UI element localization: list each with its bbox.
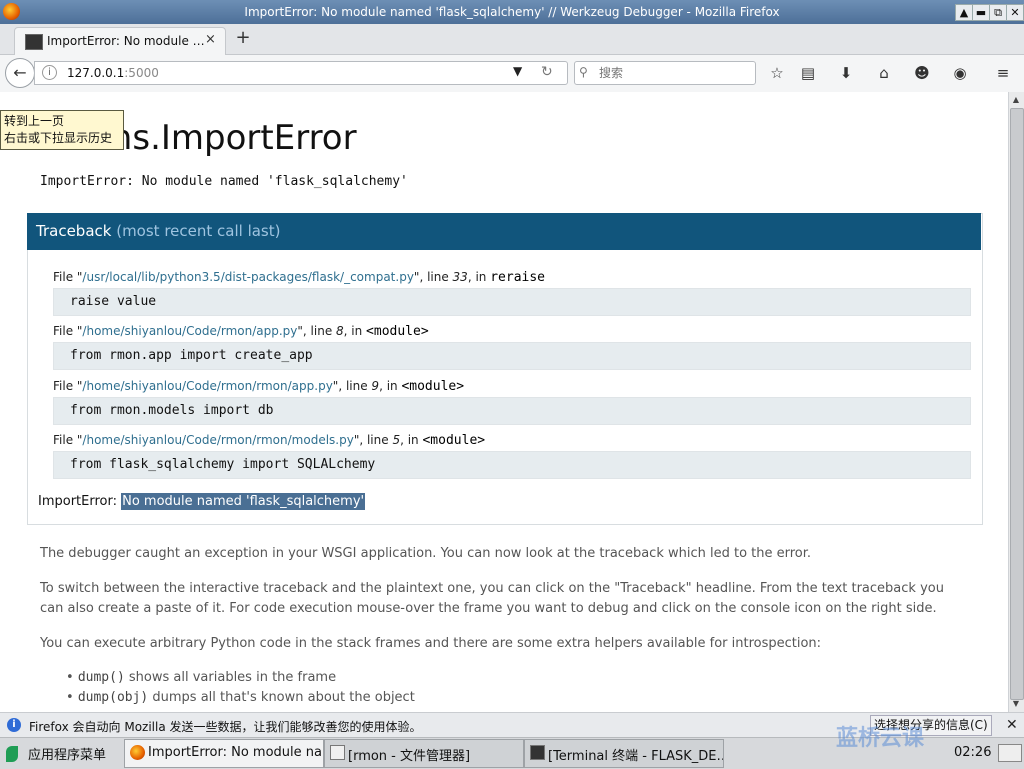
terminal-favicon-icon [25, 34, 43, 50]
tab-close-button[interactable]: × [205, 32, 216, 47]
tooltip-line-2: 右击或下拉显示历史 [4, 131, 113, 145]
tooltip-line-1: 转到上一页 [4, 114, 65, 128]
keyboard-icon[interactable] [998, 744, 1022, 762]
helper-code: dump() [77, 670, 125, 685]
frame-line: File "/usr/local/lib/python3.5/dist-pack… [53, 270, 546, 285]
frame-path: /home/shiyanlou/Code/rmon/rmon/app.py [82, 379, 333, 393]
error-subtitle: ImportError: No module named 'flask_sqla… [40, 174, 408, 189]
window-shade-button[interactable]: ▲ [955, 4, 973, 21]
frame-line-number: 33 [452, 270, 468, 284]
info-icon: i [7, 718, 21, 732]
star-icon[interactable]: ☆ [767, 63, 787, 83]
scrollbar-thumb[interactable] [1010, 108, 1024, 700]
applications-menu-button[interactable]: 应用程序菜单 [6, 744, 106, 763]
traceback-header[interactable]: Traceback (most recent call last) [27, 213, 981, 250]
url-port: :5000 [124, 66, 159, 80]
frame-line-number: 8 [336, 324, 344, 338]
reading-list-icon[interactable]: ▤ [798, 63, 818, 83]
notification-message: Firefox 会自动向 Mozilla 发送一些数据，让我们能够改善您的使用体… [29, 720, 422, 734]
app-menu-icon [6, 746, 18, 762]
frame-code[interactable]: from rmon.app import create_app [53, 342, 971, 370]
reload-icon[interactable]: ↻ [541, 64, 553, 80]
frame-code[interactable]: from rmon.models import db [53, 397, 971, 425]
back-button[interactable]: ← [5, 58, 35, 88]
list-item: • dump(obj) dumps all that's known about… [66, 690, 415, 705]
taskbar-item-label: [rmon - 文件管理器] [348, 749, 471, 764]
firefox-icon [130, 745, 145, 760]
window-maximize-button[interactable]: ⧉ [989, 4, 1007, 21]
taskbar-item-firefox[interactable]: ImportError: No module na… [124, 739, 324, 768]
final-error-message: No module named 'flask_sqlalchemy' [121, 493, 366, 510]
explanation-paragraph: You can execute arbitrary Python code in… [40, 636, 822, 651]
taskbar-item-label: ImportError: No module na… [148, 745, 324, 760]
frame-path: /home/shiyanlou/Code/rmon/app.py [82, 324, 298, 338]
clock[interactable]: 02:26 [954, 745, 991, 760]
scroll-down-arrow-icon[interactable]: ▼ [1010, 698, 1022, 710]
window-titlebar: ImportError: No module named 'flask_sqla… [0, 0, 1024, 24]
frame-code-text: raise value [70, 294, 157, 309]
url-text[interactable]: 127.0.0.1:5000 [67, 66, 159, 80]
download-icon[interactable]: ⬇ [836, 63, 856, 83]
explanation-paragraph: The debugger caught an exception in your… [40, 546, 812, 561]
terminal-icon [530, 745, 545, 760]
search-icon: ⚲ [579, 65, 588, 79]
frame-function: <module> [366, 324, 429, 339]
tab-importerror[interactable]: ImportError: No module … × [14, 27, 226, 56]
window-title: ImportError: No module named 'flask_sqla… [244, 5, 780, 19]
frame-code-text: from rmon.app import create_app [70, 348, 313, 363]
frame-code[interactable]: from flask_sqlalchemy import SQLALchemy [53, 451, 971, 479]
search-box[interactable]: ⚲ [574, 61, 756, 85]
menu-icon[interactable]: ≡ [993, 63, 1013, 83]
home-icon[interactable]: ⌂ [874, 63, 894, 83]
final-error-label: ImportError: [38, 494, 122, 509]
window-minimize-button[interactable]: ▬ [972, 4, 990, 21]
url-dropdown-icon[interactable]: ▼ [513, 64, 522, 78]
frame-function: <module> [422, 433, 486, 448]
frame-line: File "/home/shiyanlou/Code/rmon/rmon/app… [53, 379, 465, 394]
frame-line-number: 9 [371, 379, 380, 393]
taskbar-item-file-manager[interactable]: [rmon - 文件管理器] [324, 739, 524, 768]
back-tooltip: 转到上一页 右击或下拉显示历史 [0, 110, 124, 150]
frame-code-text: from flask_sqlalchemy import SQLALchemy [70, 457, 376, 472]
frame-path: /home/shiyanlou/Code/rmon/rmon/models.py [82, 433, 354, 447]
list-item: • dump() shows all variables in the fram… [66, 670, 337, 685]
firefox-logo-icon[interactable] [3, 3, 20, 20]
helper-code: dump(obj) [77, 690, 149, 705]
traceback-subtitle: (most recent call last) [111, 222, 281, 240]
notification-close-button[interactable]: ✕ [1006, 717, 1018, 733]
folder-icon [330, 745, 345, 760]
frame-line-number: 5 [392, 433, 401, 447]
frame-path: /usr/local/lib/python3.5/dist-packages/f… [82, 270, 414, 284]
scroll-up-arrow-icon[interactable]: ▲ [1010, 94, 1022, 106]
new-tab-button[interactable]: + [234, 28, 252, 48]
frame-line: File "/home/shiyanlou/Code/rmon/app.py",… [53, 324, 429, 339]
applications-menu-label: 应用程序菜单 [28, 748, 107, 763]
traceback-title[interactable]: Traceback (most recent call last) [36, 222, 280, 240]
window-close-button[interactable]: ✕ [1006, 4, 1024, 21]
frame-function: <module> [401, 379, 465, 394]
tab-label: ImportError: No module … [47, 34, 205, 48]
frame-code[interactable]: raise value [53, 288, 971, 316]
watermark-logo: 蓝桥云课 [836, 726, 925, 751]
taskbar-item-label: [Terminal 终端 - FLASK_DE… [548, 749, 724, 764]
explanation-paragraph: To switch between the interactive traceb… [40, 581, 944, 616]
site-info-icon[interactable]: i [42, 65, 57, 80]
frame-line: File "/home/shiyanlou/Code/rmon/rmon/mod… [53, 433, 486, 448]
chat-icon[interactable]: ☻ [912, 63, 932, 83]
traceback-title-text: Traceback [36, 222, 112, 240]
frame-code-text: from rmon.models import db [70, 403, 274, 418]
search-input[interactable] [597, 64, 751, 82]
final-error: ImportError: No module named 'flask_sqla… [38, 493, 366, 510]
frame-function: reraise [490, 270, 546, 285]
pocket-icon[interactable]: ◉ [950, 63, 970, 83]
taskbar-item-terminal[interactable]: [Terminal 终端 - FLASK_DE… [524, 739, 724, 768]
url-bar[interactable]: i 127.0.0.1:5000 ▼ ↻ [34, 61, 568, 85]
url-host: 127.0.0.1 [67, 66, 125, 80]
